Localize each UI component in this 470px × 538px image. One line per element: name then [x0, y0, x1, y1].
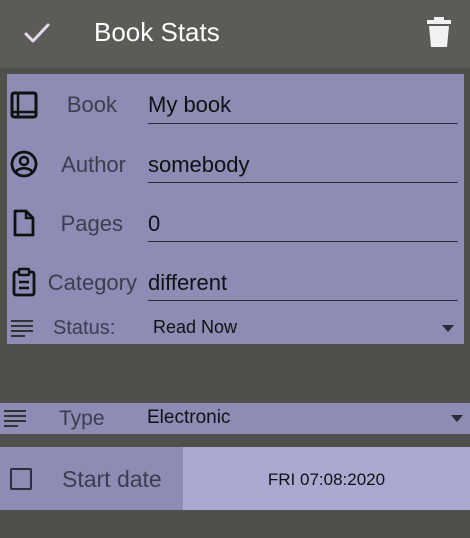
- book-underline: [148, 123, 458, 124]
- book-icon: [10, 91, 38, 119]
- author-underline: [148, 182, 458, 183]
- pages-label: Pages: [60, 211, 123, 236]
- pages-row: Pages 0: [7, 194, 464, 252]
- start-date-button[interactable]: FRI 07:08:2020: [183, 447, 470, 510]
- type-label: Type: [59, 407, 105, 430]
- status-dropdown[interactable]: Status: Read Now: [7, 314, 464, 344]
- document-icon: [13, 209, 35, 237]
- start-date-label: Start date: [62, 466, 162, 492]
- type-dropdown[interactable]: Type Electronic: [0, 403, 470, 434]
- category-field[interactable]: different: [148, 270, 227, 296]
- pages-field[interactable]: 0: [148, 211, 160, 237]
- book-field[interactable]: My book: [148, 92, 231, 118]
- pages-underline: [148, 241, 458, 242]
- chevron-down-icon[interactable]: [451, 415, 463, 422]
- trash-icon[interactable]: [427, 17, 451, 47]
- list-icon: [11, 320, 33, 337]
- start-date-row: Start date FRI 07:08:2020: [0, 447, 470, 510]
- chevron-down-icon[interactable]: [442, 325, 454, 332]
- page-title: Book Stats: [94, 17, 220, 47]
- status-label: Status:: [53, 317, 116, 339]
- category-underline: [148, 300, 458, 301]
- clipboard-icon: [12, 267, 36, 297]
- category-label: Category: [47, 270, 137, 295]
- category-row: Category different: [7, 253, 464, 311]
- book-label: Book: [66, 92, 117, 117]
- book-form: Book My book Author somebody Pages 0 Cat…: [7, 74, 464, 344]
- start-date-toggle[interactable]: Start date: [0, 447, 183, 510]
- author-row: Author somebody: [7, 135, 464, 193]
- list-icon: [4, 410, 26, 427]
- type-value[interactable]: Electronic: [147, 407, 230, 429]
- author-field[interactable]: somebody: [148, 152, 250, 178]
- person-circle-icon: [10, 150, 38, 178]
- toolbar: Book Stats: [0, 0, 470, 68]
- check-icon[interactable]: [22, 18, 52, 48]
- status-value[interactable]: Read Now: [153, 317, 237, 338]
- start-date-checkbox[interactable]: [10, 468, 32, 490]
- book-row: Book My book: [7, 76, 464, 134]
- start-date-value: FRI 07:08:2020: [267, 470, 386, 489]
- author-label: Author: [61, 152, 126, 177]
